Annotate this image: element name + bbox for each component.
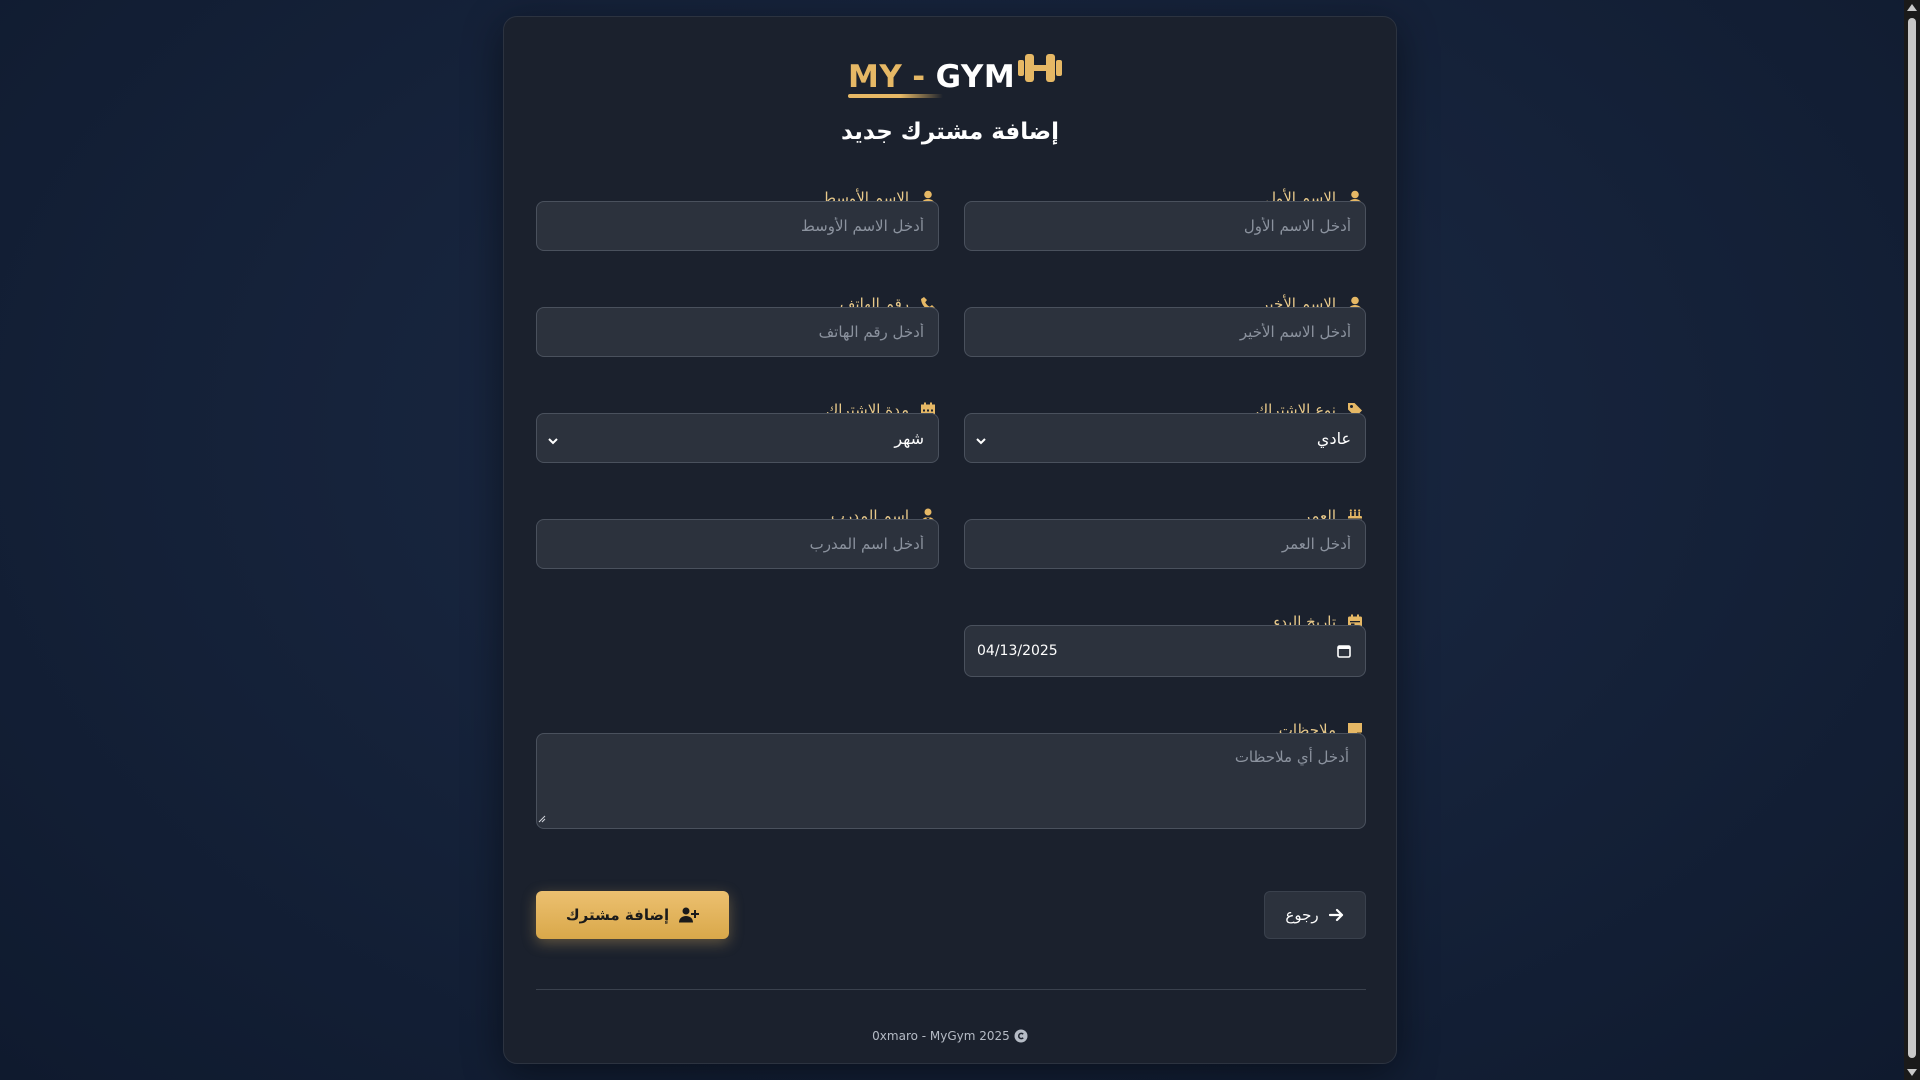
app-logo: MY - GYM	[848, 47, 1063, 107]
phone-input[interactable]	[536, 307, 939, 357]
logo-underline	[848, 94, 943, 98]
notes-textarea[interactable]	[536, 733, 1366, 829]
user-plus-icon	[679, 907, 700, 923]
subscription-type-select[interactable]: عادي	[964, 413, 1366, 463]
scroll-down-arrow[interactable]	[1907, 1069, 1917, 1076]
last-name-input[interactable]	[964, 307, 1366, 357]
trainer-input[interactable]	[536, 519, 939, 569]
first-name-input[interactable]	[964, 201, 1366, 251]
logo-dash: -	[912, 59, 926, 95]
add-subscriber-button[interactable]: إضافة مشترك	[536, 891, 729, 939]
footer: 0xmaro - MyGym 2025	[504, 1029, 1396, 1043]
scroll-up-arrow[interactable]	[1907, 4, 1917, 11]
start-date-input[interactable]: 04/13/2025	[964, 625, 1366, 677]
add-subscriber-label: إضافة مشترك	[565, 906, 670, 924]
notes-wrapper	[536, 733, 1366, 829]
start-date-value: 04/13/2025	[977, 643, 1058, 659]
logo-gym: GYM	[935, 59, 1016, 95]
calendar-picker-icon[interactable]	[1337, 644, 1351, 662]
footer-text: 0xmaro - MyGym 2025	[872, 1029, 1010, 1043]
chevron-down-icon	[547, 432, 559, 451]
resize-grip-icon[interactable]	[538, 808, 546, 827]
back-button[interactable]: رجوع	[1264, 891, 1366, 939]
form-card: MY - GYM إضافة مشترك جديد الاسم الأول ال…	[503, 16, 1397, 1064]
copyright-icon	[1014, 1029, 1028, 1043]
scroll-thumb[interactable]	[1908, 18, 1916, 1058]
dumbbell-icon	[1017, 51, 1063, 93]
middle-name-input[interactable]	[536, 201, 939, 251]
footer-divider	[536, 989, 1366, 990]
page-scrollbar[interactable]	[1904, 0, 1920, 1080]
back-label: رجوع	[1285, 906, 1319, 924]
age-input[interactable]	[964, 519, 1366, 569]
page-title: إضافة مشترك جديد	[841, 119, 1059, 145]
subscription-type-value: عادي	[1316, 428, 1351, 448]
chevron-down-icon	[975, 432, 987, 451]
logo-my: MY	[848, 59, 903, 95]
subscription-duration-select[interactable]: شهر	[536, 413, 939, 463]
arrow-right-icon	[1328, 908, 1345, 922]
subscription-duration-value: شهر	[894, 428, 924, 448]
